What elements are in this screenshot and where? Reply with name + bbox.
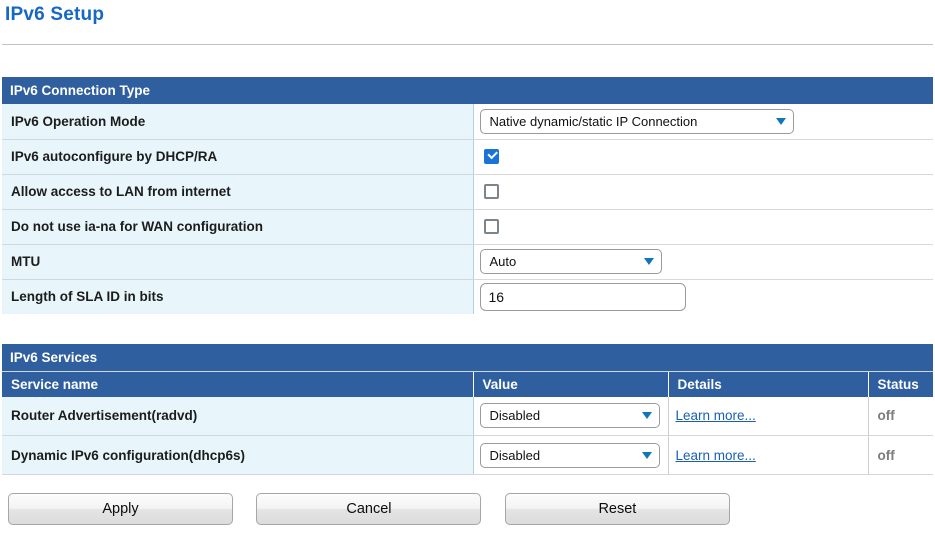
row-value-mtu: Auto [473,244,933,280]
section-header-row: IPv6 Services [2,344,934,372]
service-name-radvd: Router Advertisement(radvd) [2,396,474,436]
no-ia-na-wan-checkbox[interactable] [483,218,499,234]
title-divider [2,44,933,45]
row-value-ipv6-autoconfigure [473,139,933,175]
service-status-radvd: off [868,396,934,436]
mtu-select-value: Auto [489,254,517,269]
table-row: Length of SLA ID in bits [2,279,933,314]
row-label-no-ia-na-wan: Do not use ia-na for WAN configuration [2,209,474,245]
ipv6-services-table: IPv6 Services Service name Value Details… [2,344,934,475]
dhcp6s-state-select[interactable]: Disabled [479,442,660,468]
chevron-down-icon [643,258,654,265]
table-row: IPv6 Operation Mode Native dynamic/stati… [2,104,933,140]
chevron-down-icon [641,412,652,420]
apply-button[interactable]: Apply [8,493,233,525]
radvd-state-select-value: Disabled [489,408,541,424]
row-label-ipv6-autoconfigure: IPv6 autoconfigure by DHCP/RA [2,139,474,175]
section-title-connection-type: IPv6 Connection Type [2,77,933,104]
table-row: Dynamic IPv6 configuration(dhcp6s) Disab… [2,435,934,475]
row-label-sla-id-length: Length of SLA ID in bits [2,279,474,314]
row-value-sla-id-length [473,279,933,314]
column-header-status: Status [868,371,934,397]
service-value-cell-dhcp6s: Disabled [473,435,669,475]
chevron-down-icon [641,451,652,459]
service-details-cell-radvd: Learn more... [668,396,869,436]
row-value-no-ia-na-wan [473,209,933,245]
mtu-select[interactable]: Auto [479,249,662,274]
column-header-details: Details [668,371,869,397]
service-name-dhcp6s: Dynamic IPv6 configuration(dhcp6s) [2,435,474,475]
table-row: Do not use ia-na for WAN configuration [2,209,933,245]
sla-id-length-input[interactable] [479,282,686,311]
row-label-mtu: MTU [2,244,474,280]
radvd-state-select[interactable]: Disabled [479,403,660,429]
table-row: Router Advertisement(radvd) Disabled Lea… [2,396,934,436]
section-header-row: IPv6 Connection Type [2,77,933,104]
row-label-allow-lan-access: Allow access to LAN from internet [2,174,474,210]
ipv6-setup-page: IPv6 Setup IPv6 Connection Type IPv6 Ope… [0,0,935,533]
cancel-button[interactable]: Cancel [256,493,482,525]
ipv6-connection-type-table: IPv6 Connection Type IPv6 Operation Mode… [2,77,933,314]
reset-button[interactable]: Reset [504,493,730,525]
column-header-service-name: Service name [2,371,474,397]
service-value-cell-radvd: Disabled [473,396,669,436]
table-row: Allow access to LAN from internet [2,174,933,210]
service-status-dhcp6s: off [868,435,934,475]
learn-more-link-dhcp6s[interactable]: Learn more... [676,448,756,463]
form-action-bar: Apply Cancel Reset [8,493,730,525]
service-details-cell-dhcp6s: Learn more... [668,435,869,475]
column-header-value: Value [473,371,669,397]
table-row: MTU Auto [2,244,933,280]
allow-lan-access-checkbox[interactable] [483,183,499,199]
table-header-row: Service name Value Details Status [2,371,934,397]
row-value-allow-lan-access [473,174,933,210]
row-label-ipv6-operation-mode: IPv6 Operation Mode [2,104,474,140]
table-row: IPv6 autoconfigure by DHCP/RA [2,139,933,175]
page-title: IPv6 Setup [5,4,105,25]
section-title-services: IPv6 Services [2,344,934,372]
row-value-ipv6-operation-mode: Native dynamic/static IP Connection [473,104,933,140]
ipv6-autoconfigure-checkbox[interactable] [483,148,499,164]
dhcp6s-state-select-value: Disabled [489,447,541,463]
ipv6-operation-mode-select[interactable]: Native dynamic/static IP Connection [479,108,794,134]
learn-more-link-radvd[interactable]: Learn more... [676,408,756,423]
chevron-down-icon [775,117,786,125]
ipv6-operation-mode-select-value: Native dynamic/static IP Connection [489,113,698,129]
